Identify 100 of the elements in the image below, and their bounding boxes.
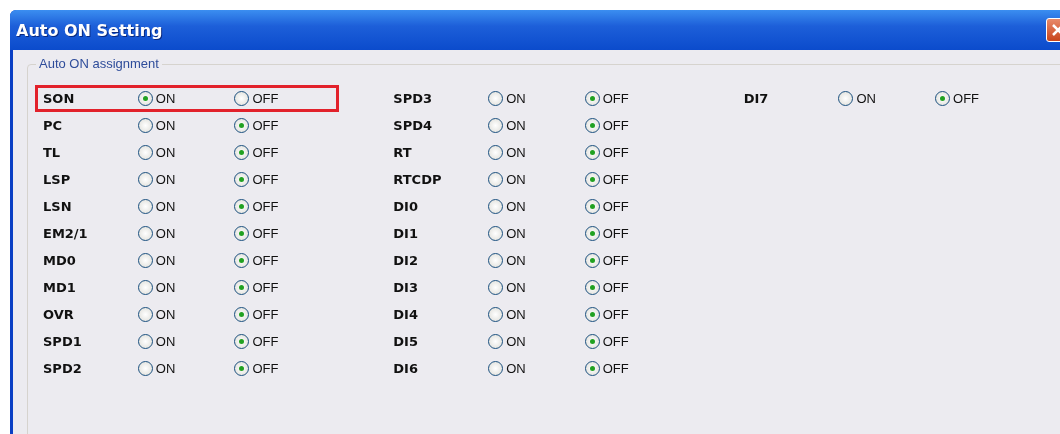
radio-option[interactable]: OFF (234, 280, 331, 295)
radio-option[interactable]: ON (488, 253, 585, 268)
radio-option[interactable]: ON (137, 91, 235, 106)
radio-option[interactable]: ON (137, 226, 235, 241)
radio-button[interactable] (234, 253, 250, 268)
radio-option[interactable]: OFF (234, 172, 331, 187)
radio-button[interactable] (234, 280, 250, 295)
radio-option[interactable]: OFF (584, 91, 682, 106)
radio-button[interactable] (234, 361, 250, 376)
radio-label: ON (856, 91, 876, 106)
radio-option[interactable]: OFF (584, 253, 682, 268)
radio-option[interactable]: ON (488, 91, 585, 106)
radio-button[interactable] (234, 334, 250, 349)
radio-label: ON (506, 253, 526, 268)
radio-option[interactable]: OFF (234, 199, 331, 214)
radio-option[interactable]: ON (137, 253, 235, 268)
signal-label: DI4 (393, 307, 419, 322)
radio-option[interactable]: ON (838, 91, 936, 106)
radio-option[interactable]: OFF (234, 145, 331, 160)
radio-option[interactable]: ON (137, 361, 235, 376)
radio-option[interactable]: ON (137, 334, 235, 349)
radio-button[interactable] (234, 172, 250, 187)
radio-option[interactable]: ON (488, 226, 585, 241)
radio-button[interactable] (584, 172, 600, 187)
radio-option[interactable]: ON (488, 118, 585, 133)
radio-button[interactable] (584, 226, 600, 241)
radio-option[interactable]: OFF (234, 334, 331, 349)
radio-label: OFF (602, 91, 629, 106)
radio-button[interactable] (488, 334, 504, 349)
radio-button[interactable] (137, 361, 153, 376)
radio-option[interactable]: OFF (234, 226, 331, 241)
radio-option[interactable]: ON (488, 307, 585, 322)
radio-button[interactable] (488, 307, 504, 322)
radio-button[interactable] (234, 91, 250, 106)
radio-button[interactable] (488, 91, 504, 106)
radio-label: ON (155, 334, 176, 349)
radio-option[interactable]: OFF (935, 91, 1032, 106)
radio-label: ON (155, 145, 176, 160)
radio-option[interactable]: OFF (234, 253, 331, 268)
radio-option[interactable]: OFF (584, 199, 682, 214)
radio-option[interactable]: ON (137, 307, 235, 322)
radio-option[interactable]: OFF (584, 118, 682, 133)
radio-button[interactable] (137, 199, 153, 214)
radio-button[interactable] (584, 145, 600, 160)
radio-button[interactable] (234, 307, 250, 322)
radio-button[interactable] (584, 199, 600, 214)
radio-button[interactable] (137, 145, 153, 160)
radio-button[interactable] (584, 253, 600, 268)
radio-button[interactable] (137, 253, 153, 268)
radio-button[interactable] (488, 253, 504, 268)
radio-button[interactable] (234, 226, 250, 241)
radio-option[interactable]: ON (137, 145, 235, 160)
radio-button[interactable] (488, 280, 504, 295)
radio-button[interactable] (137, 226, 153, 241)
radio-button[interactable] (234, 199, 250, 214)
radio-button[interactable] (584, 280, 600, 295)
radio-button[interactable] (488, 199, 504, 214)
radio-option[interactable]: OFF (584, 280, 682, 295)
radio-button[interactable] (488, 172, 504, 187)
radio-button[interactable] (935, 91, 951, 106)
radio-button[interactable] (488, 118, 504, 133)
radio-button[interactable] (584, 334, 600, 349)
radio-button[interactable] (488, 361, 504, 376)
radio-button[interactable] (584, 91, 600, 106)
radio-option[interactable]: OFF (584, 307, 682, 322)
radio-button[interactable] (488, 145, 504, 160)
radio-button[interactable] (488, 226, 504, 241)
radio-option[interactable]: OFF (584, 145, 682, 160)
radio-button[interactable] (234, 118, 250, 133)
radio-button[interactable] (838, 91, 854, 106)
radio-option[interactable]: OFF (234, 118, 331, 133)
radio-option[interactable]: OFF (234, 91, 331, 106)
radio-option[interactable]: ON (488, 172, 585, 187)
radio-option[interactable]: ON (488, 361, 585, 376)
radio-option[interactable]: ON (488, 145, 585, 160)
radio-option[interactable]: OFF (584, 172, 682, 187)
radio-button[interactable] (137, 280, 153, 295)
radio-option[interactable]: ON (488, 334, 585, 349)
radio-button[interactable] (137, 307, 153, 322)
radio-option[interactable]: ON (488, 199, 585, 214)
radio-option[interactable]: ON (137, 280, 235, 295)
radio-option[interactable]: ON (137, 118, 235, 133)
radio-option[interactable]: OFF (584, 226, 682, 241)
radio-option[interactable]: ON (137, 199, 235, 214)
radio-option[interactable]: OFF (584, 334, 682, 349)
radio-option[interactable]: OFF (234, 307, 331, 322)
radio-option[interactable]: OFF (234, 361, 331, 376)
radio-option[interactable]: OFF (584, 361, 682, 376)
radio-button[interactable] (584, 307, 600, 322)
radio-label: OFF (252, 172, 279, 187)
radio-button[interactable] (137, 334, 153, 349)
radio-option[interactable]: ON (137, 172, 235, 187)
radio-button[interactable] (137, 91, 153, 106)
radio-button[interactable] (584, 361, 600, 376)
radio-option[interactable]: ON (488, 280, 585, 295)
radio-button[interactable] (137, 172, 153, 187)
radio-button[interactable] (234, 145, 250, 160)
signal-label: MD0 (43, 253, 77, 268)
radio-button[interactable] (137, 118, 153, 133)
radio-button[interactable] (584, 118, 600, 133)
